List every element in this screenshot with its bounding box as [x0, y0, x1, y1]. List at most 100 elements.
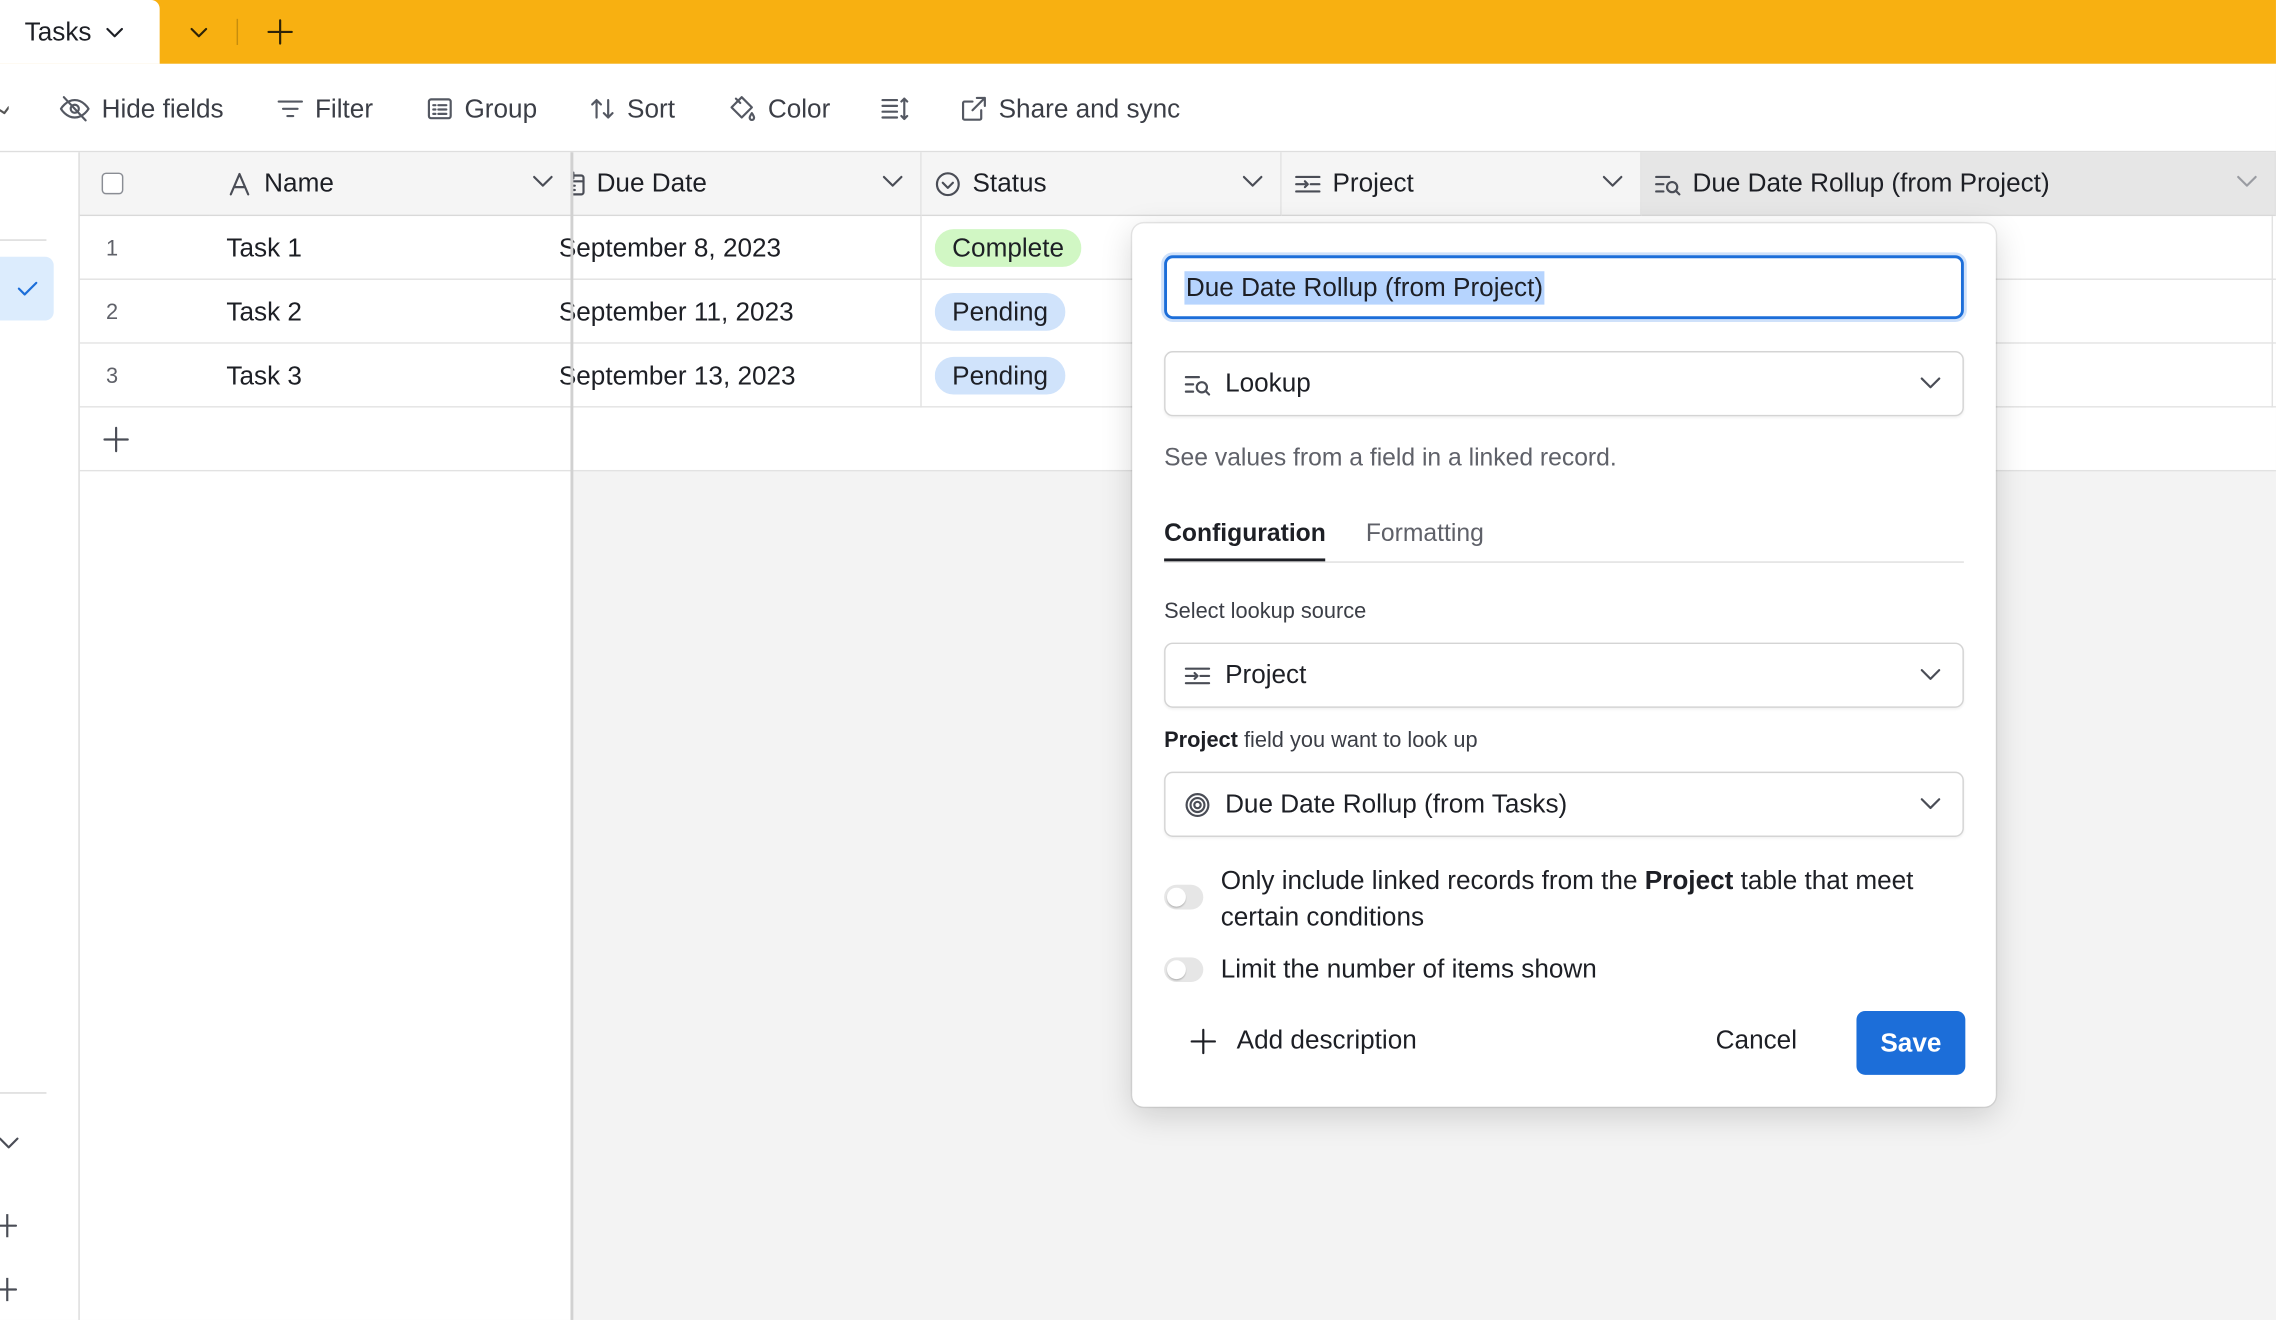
chevron-down-icon[interactable]: [2237, 171, 2257, 191]
lookup-source-select[interactable]: Project: [1164, 642, 1964, 708]
column-header-label: Due Date Rollup (from Project): [1692, 168, 2050, 198]
row-height-icon: [881, 96, 910, 122]
field-type-description: See values from a field in a linked reco…: [1164, 443, 1617, 472]
chevron-down-icon[interactable]: [0, 1133, 23, 1156]
row-number: 2: [105, 299, 119, 325]
chevron-down-icon: [1919, 663, 1942, 686]
conditions-text-bold: Project: [1644, 865, 1734, 895]
share-and-sync-button[interactable]: Share and sync: [961, 90, 1180, 128]
due-date-cell[interactable]: September 13, 2023: [559, 344, 796, 408]
field-name-value: Due Date Rollup (from Project): [1184, 270, 1545, 304]
hide-fields-button[interactable]: Hide fields: [59, 90, 224, 128]
status-badge: Pending: [934, 293, 1066, 331]
chevron-down-icon[interactable]: [0, 100, 9, 115]
lookup-field-select[interactable]: Due Date Rollup (from Tasks): [1164, 771, 1964, 837]
check-icon: [17, 280, 37, 297]
selected-view-indicator[interactable]: [0, 256, 54, 321]
tab-configuration[interactable]: Configuration: [1164, 519, 1326, 562]
row-height-button[interactable]: [881, 90, 910, 128]
chevron-down-icon[interactable]: [1602, 171, 1623, 191]
column-header-due-date[interactable]: Due Date: [571, 152, 922, 217]
cancel-button[interactable]: Cancel: [1716, 1026, 1797, 1056]
plus-icon: [103, 426, 129, 453]
select-all-checkbox[interactable]: [101, 172, 124, 195]
field-config-popover: Due Date Rollup (from Project) Lookup Se…: [1132, 223, 1996, 1107]
conditions-toggle[interactable]: [1164, 884, 1204, 910]
all-tables-button[interactable]: [180, 13, 218, 51]
column-header-label: Status: [972, 168, 1047, 198]
linked-record-icon: [1295, 170, 1321, 196]
divider: [2271, 216, 2274, 408]
status-cell[interactable]: Pending: [934, 344, 1066, 408]
divider: [236, 18, 239, 45]
tab-formatting[interactable]: Formatting: [1366, 519, 1484, 548]
filter-icon: [277, 96, 304, 122]
chevron-down-icon[interactable]: [105, 22, 125, 42]
plus-icon[interactable]: [0, 1277, 23, 1302]
calendar-icon: [571, 170, 587, 196]
tab-tasks-label: Tasks: [24, 16, 92, 46]
name-cell[interactable]: Task 3: [226, 344, 302, 408]
sort-label: Sort: [627, 93, 675, 123]
frozen-pane-background: [79, 471, 571, 1320]
name-cell[interactable]: Task 2: [226, 280, 302, 344]
field-type-select[interactable]: Lookup: [1164, 351, 1964, 417]
config-tabs: Configuration Formatting: [1164, 516, 1964, 563]
lookup-icon: [1655, 170, 1681, 196]
column-header-name[interactable]: Name: [209, 152, 572, 217]
chevron-down-icon: [1919, 371, 1942, 394]
frozen-column-divider[interactable]: [570, 152, 574, 1320]
group-icon: [427, 96, 453, 122]
column-header-label: Due Date: [596, 168, 707, 198]
row-number: 1: [105, 235, 119, 261]
lookup-source-label: Select lookup source: [1164, 599, 1367, 624]
left-rail: [0, 152, 80, 1320]
status-cell[interactable]: Complete: [934, 216, 1082, 280]
divider: [0, 1092, 47, 1094]
lookup-source-value: Project: [1225, 659, 1307, 689]
lookup-field-value: Due Date Rollup (from Tasks): [1225, 789, 1568, 819]
name-cell[interactable]: Task 1: [226, 216, 302, 280]
lookup-field-label-bold: Project: [1164, 728, 1238, 753]
limit-items-toggle[interactable]: [1164, 957, 1204, 982]
status-badge: Complete: [934, 229, 1082, 267]
sort-button[interactable]: Sort: [589, 90, 675, 128]
select-all-header: [79, 152, 210, 217]
divider: [0, 239, 47, 241]
chevron-down-icon: [1919, 792, 1942, 815]
sort-icon: [589, 96, 615, 122]
status-cell[interactable]: Pending: [934, 280, 1066, 344]
add-table-button[interactable]: [261, 13, 299, 51]
share-label: Share and sync: [998, 93, 1181, 123]
field-type-value: Lookup: [1225, 368, 1311, 398]
hide-fields-label: Hide fields: [101, 93, 224, 123]
plus-icon: [1190, 1028, 1216, 1054]
column-header-status[interactable]: Status: [921, 152, 1282, 217]
due-date-cell[interactable]: September 11, 2023: [559, 280, 794, 344]
paint-bucket-icon: [727, 94, 756, 123]
column-header-due-date-rollup[interactable]: Due Date Rollup (from Project): [1641, 152, 2276, 217]
filter-button[interactable]: Filter: [277, 90, 373, 128]
add-description-label: Add description: [1236, 1025, 1417, 1055]
group-button[interactable]: Group: [427, 90, 537, 128]
app-window: Tasks Hide fields Filter Group Sort Colo…: [0, 0, 2276, 1320]
save-button[interactable]: Save: [1856, 1010, 1966, 1075]
column-header-label: Project: [1332, 168, 1414, 198]
plus-icon[interactable]: [0, 1214, 23, 1238]
conditions-text-pre: Only include linked records from the: [1220, 865, 1645, 895]
chevron-down-icon[interactable]: [882, 171, 903, 191]
chevron-down-icon[interactable]: [1242, 171, 1263, 191]
rollup-icon: [1184, 791, 1210, 817]
chevron-down-icon[interactable]: [533, 171, 553, 191]
row-number: 3: [105, 363, 119, 389]
single-select-icon: [935, 170, 961, 196]
add-description-button[interactable]: Add description: [1190, 1026, 1417, 1056]
lookup-field-label-text: field you want to look up: [1237, 728, 1478, 753]
color-button[interactable]: Color: [727, 90, 830, 128]
tab-tasks[interactable]: Tasks: [0, 0, 160, 64]
column-header-project[interactable]: Project: [1281, 152, 1642, 217]
status-badge: Pending: [934, 356, 1066, 395]
field-name-input[interactable]: Due Date Rollup (from Project): [1164, 255, 1964, 320]
due-date-cell[interactable]: September 8, 2023: [559, 216, 781, 280]
view-toolbar: Hide fields Filter Group Sort Color Shar…: [0, 63, 2276, 153]
